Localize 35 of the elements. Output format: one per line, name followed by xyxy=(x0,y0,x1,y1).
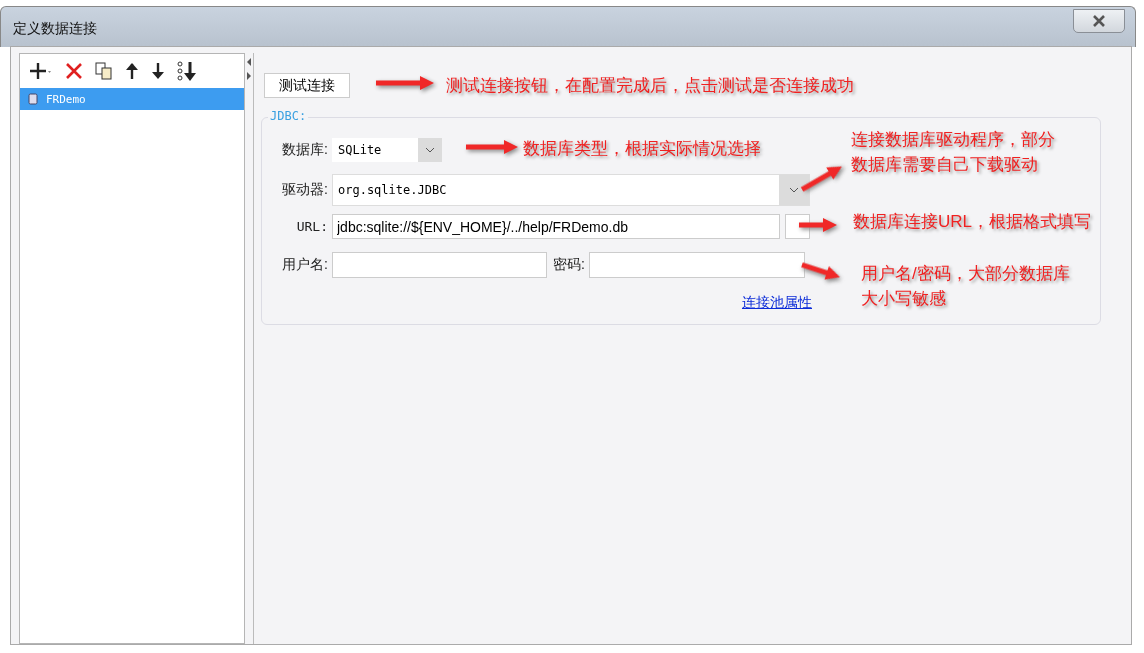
chevron-down-icon xyxy=(789,187,799,193)
field-label: 密码: xyxy=(553,256,585,274)
chevron-down-icon xyxy=(425,147,435,153)
annotation-text: 用户名/密码，大部分数据库 大小写敏感 xyxy=(861,263,1070,310)
username-field[interactable] xyxy=(332,252,547,278)
sort-icon[interactable] xyxy=(176,60,198,82)
database-icon xyxy=(28,93,38,105)
window-title: 定义数据连接 xyxy=(13,20,97,38)
group-legend: JDBC: xyxy=(268,109,309,123)
driver-combo-box[interactable]: org.sqlite.JDBC xyxy=(332,174,810,206)
annotation-text: 数据库类型，根据实际情况选择 xyxy=(523,138,761,160)
url-field[interactable]: jdbc:sqlite://${ENV_HOME}/../help/FRDemo.db xyxy=(332,214,780,239)
connection-pool-link[interactable]: 连接池属性 xyxy=(742,294,812,312)
field-label: 数据库: xyxy=(281,141,329,159)
field-label: 用户名: xyxy=(281,256,329,274)
database-select[interactable]: SQLite xyxy=(332,138,442,162)
annotation-text: 连接数据库驱动程序，部分 数据库需要自己下载驱动 xyxy=(851,129,1055,176)
close-icon xyxy=(1091,15,1107,27)
password-field[interactable] xyxy=(588,252,805,278)
callout-arrow xyxy=(466,139,518,155)
callout-arrow xyxy=(376,75,434,91)
field-label: URL: xyxy=(295,219,329,234)
delete-icon[interactable] xyxy=(64,61,84,81)
annotation-text: 数据库连接URL，根据格式填写 xyxy=(853,211,1091,233)
field-label: 驱动器: xyxy=(281,181,329,199)
annotation-text: 测试连接按钮，在配置完成后，点击测试是否连接成功 xyxy=(446,75,854,97)
copy-icon[interactable] xyxy=(94,61,114,81)
arrow-up-icon[interactable] xyxy=(124,61,140,81)
browse-button[interactable] xyxy=(785,214,810,239)
arrow-down-icon[interactable] xyxy=(150,61,166,81)
add-icon[interactable] xyxy=(28,61,54,81)
callout-arrow xyxy=(799,217,837,233)
test-connection-button[interactable]: 测试连接 xyxy=(264,73,350,98)
close-button[interactable] xyxy=(1073,9,1125,33)
splitter-arrows-icon[interactable] xyxy=(246,57,252,81)
